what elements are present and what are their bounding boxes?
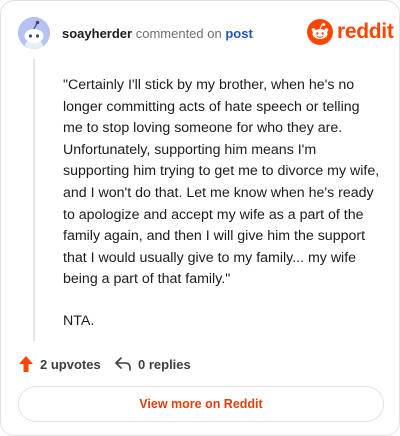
- comment-actions: 2 upvotes 0 replies: [18, 353, 383, 375]
- upvote-button[interactable]: 2 upvotes: [18, 353, 101, 375]
- comment-body: "Certainly I'll stick by my brother, whe…: [63, 75, 383, 353]
- reddit-snoo-icon: [307, 19, 333, 45]
- upvote-arrow-icon: [19, 356, 33, 372]
- reddit-logo[interactable]: reddit: [307, 19, 394, 47]
- thread-line: [33, 59, 35, 341]
- view-more-button[interactable]: View more on Reddit: [18, 386, 384, 422]
- comment-header: soayherder commented on post reddit: [18, 17, 394, 51]
- post-link[interactable]: post: [225, 26, 252, 41]
- reply-button[interactable]: 0 replies: [114, 353, 191, 375]
- reply-count: 0 replies: [138, 356, 191, 372]
- comment-meta: soayherder commented on post: [62, 26, 253, 41]
- comment-embed-card: soayherder commented on post reddit "Cer…: [0, 0, 400, 436]
- upvote-count: 2 upvotes: [40, 356, 101, 372]
- comment-verb: commented on: [135, 26, 222, 41]
- snoo-avatar-icon[interactable]: [18, 17, 50, 49]
- reply-arrow-icon: [115, 357, 131, 371]
- reddit-wordmark: reddit: [337, 20, 394, 43]
- username-link[interactable]: soayherder: [62, 26, 132, 41]
- comment-paragraph: NTA.: [63, 312, 95, 329]
- comment-paragraph: "Certainly I'll stick by my brother, whe…: [63, 77, 380, 288]
